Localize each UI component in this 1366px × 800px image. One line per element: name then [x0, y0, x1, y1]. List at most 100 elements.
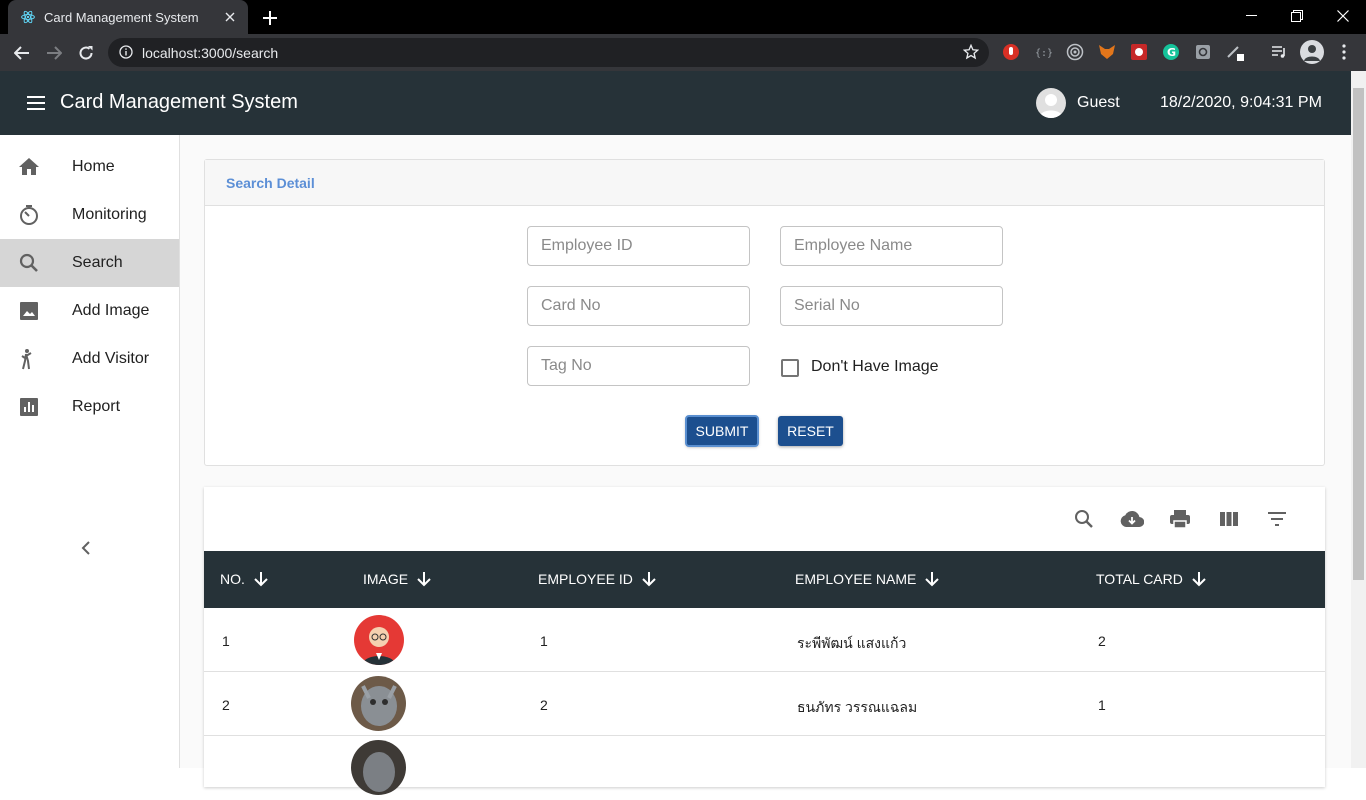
- profile-avatar-icon[interactable]: [1300, 40, 1324, 64]
- current-datetime: 18/2/2020, 9:04:31 PM: [1160, 94, 1322, 111]
- user-avatar[interactable]: [1036, 88, 1066, 118]
- search-card-title: Search Detail: [205, 160, 1324, 206]
- column-header-label: IMAGE: [363, 571, 409, 587]
- view-column-icon[interactable]: [1217, 507, 1241, 531]
- walking-person-icon: [21, 349, 32, 370]
- app-title: Card Management System: [60, 91, 298, 113]
- sidebar-item-add-visitor[interactable]: Add Visitor: [0, 335, 179, 383]
- tag-no-input[interactable]: [528, 347, 749, 385]
- serial-no-field[interactable]: [780, 286, 1003, 326]
- column-header-no[interactable]: NO.: [220, 571, 269, 587]
- employee-name-input[interactable]: [781, 227, 1002, 265]
- employee-photo: [354, 615, 404, 665]
- kebab-menu-icon[interactable]: [1334, 42, 1354, 62]
- bar-chart-icon: [20, 398, 38, 416]
- cell-total-card: 2: [1098, 633, 1106, 649]
- tab-title: Card Management System: [44, 9, 199, 25]
- restore-icon[interactable]: [1274, 0, 1320, 32]
- employee-id-field[interactable]: [527, 226, 750, 266]
- back-icon[interactable]: [9, 40, 35, 66]
- sidebar-item-label: Monitoring: [72, 206, 147, 223]
- browser-tab-strip: Card Management System: [0, 0, 1366, 34]
- grammarly-icon[interactable]: G: [1161, 42, 1181, 62]
- hamburger-menu-icon[interactable]: [24, 91, 48, 115]
- browser-tab[interactable]: Card Management System: [8, 0, 248, 34]
- scrollbar-thumb[interactable]: [1353, 88, 1364, 580]
- results-table-card: NO. IMAGE EMPLOYEE ID EMPLOYEE NAME TOTA…: [204, 487, 1325, 795]
- image-icon: [20, 302, 38, 320]
- no-image-label[interactable]: Don't Have Image: [811, 358, 939, 376]
- employee-name-field[interactable]: [780, 226, 1003, 266]
- search-card: Search Detail Don't Have Image SUBMIT RE…: [204, 159, 1325, 466]
- download-icon[interactable]: [1120, 507, 1144, 531]
- serial-no-input[interactable]: [781, 287, 1002, 325]
- app-header: Card Management System Guest 18/2/2020, …: [0, 71, 1351, 135]
- arrow-down-icon: [925, 572, 940, 587]
- forward-icon[interactable]: [41, 40, 67, 66]
- close-window-icon[interactable]: [1320, 0, 1366, 32]
- column-header-label: EMPLOYEE ID: [538, 571, 633, 587]
- o-extension-icon[interactable]: [1193, 42, 1213, 62]
- cell-employee-id: 2: [540, 697, 548, 713]
- cell-no: 1: [222, 633, 230, 649]
- info-icon[interactable]: [119, 45, 133, 59]
- table-row[interactable]: 2 2 ธนภัทร วรรณแฉลม 1: [204, 672, 1325, 736]
- column-header-image[interactable]: IMAGE: [363, 571, 432, 587]
- sidebar-item-monitoring[interactable]: Monitoring: [0, 191, 179, 239]
- bookmark-star-icon[interactable]: [963, 44, 979, 60]
- chevron-left-icon[interactable]: [76, 538, 96, 558]
- address-bar[interactable]: localhost:3000/search: [108, 38, 989, 67]
- sidebar-item-add-image[interactable]: Add Image: [0, 287, 179, 335]
- page-scrollbar[interactable]: [1351, 71, 1366, 768]
- column-header-total-card[interactable]: TOTAL CARD: [1096, 571, 1207, 587]
- employee-id-input[interactable]: [528, 227, 749, 265]
- arrow-down-icon: [254, 572, 268, 587]
- minimize-icon[interactable]: [1228, 0, 1274, 32]
- user-name[interactable]: Guest: [1077, 94, 1120, 112]
- puzzle-extension-icon[interactable]: [1129, 42, 1149, 62]
- filter-icon[interactable]: [1265, 507, 1289, 531]
- browser-toolbar: localhost:3000/search {:} G: [0, 34, 1366, 71]
- sidebar-item-search[interactable]: Search: [0, 239, 179, 287]
- column-header-employee-name[interactable]: EMPLOYEE NAME: [795, 571, 940, 587]
- sidebar-item-label: Report: [72, 398, 121, 415]
- cell-employee-name: ระพีพัฒน์ แสงแก้ว: [797, 635, 907, 651]
- json-extension-icon[interactable]: {:}: [1033, 42, 1053, 62]
- print-icon[interactable]: [1168, 507, 1192, 531]
- new-tab-icon[interactable]: [259, 7, 281, 29]
- table-header: NO. IMAGE EMPLOYEE ID EMPLOYEE NAME TOTA…: [204, 551, 1325, 608]
- reload-icon[interactable]: [73, 40, 99, 66]
- home-icon: [19, 158, 39, 175]
- sidebar-item-label: Add Image: [72, 302, 150, 319]
- close-tab-icon[interactable]: [222, 9, 238, 25]
- no-image-checkbox[interactable]: [781, 359, 799, 377]
- sidebar: Home Monitoring Search Add Image Add Vis…: [0, 135, 180, 768]
- sidebar-item-home[interactable]: Home: [0, 143, 179, 191]
- sidebar-item-report[interactable]: Report: [0, 383, 179, 431]
- search-icon[interactable]: [1072, 507, 1096, 531]
- svg-text:{:}: {:}: [1035, 48, 1052, 59]
- cell-total-card: 1: [1098, 697, 1106, 713]
- submit-button[interactable]: SUBMIT: [685, 415, 759, 447]
- tag-no-field[interactable]: [527, 346, 750, 386]
- svg-text:G: G: [1167, 46, 1176, 59]
- reset-button[interactable]: RESET: [778, 416, 843, 446]
- media-control-icon[interactable]: [1269, 42, 1289, 62]
- card-no-field[interactable]: [527, 286, 750, 326]
- hand-extension-icon[interactable]: [1001, 42, 1021, 62]
- employee-photo: [351, 676, 406, 731]
- column-header-employee-id[interactable]: EMPLOYEE ID: [538, 571, 657, 587]
- sidebar-item-label: Search: [72, 254, 123, 271]
- search-icon: [19, 253, 38, 272]
- sidebar-item-label: Home: [72, 158, 115, 175]
- timer-icon: [20, 205, 38, 225]
- column-header-label: EMPLOYEE NAME: [795, 571, 917, 587]
- cell-no: 2: [222, 697, 230, 713]
- table-row[interactable]: 1 1 ระพีพัฒน์ แสงแก้ว 2: [204, 608, 1325, 672]
- react-icon: [21, 10, 35, 24]
- card-no-input[interactable]: [528, 287, 749, 325]
- target-extension-icon[interactable]: [1065, 42, 1085, 62]
- table-row-partial[interactable]: [204, 736, 1325, 800]
- pen-extension-icon[interactable]: [1225, 42, 1245, 62]
- fox-extension-icon[interactable]: [1097, 42, 1117, 62]
